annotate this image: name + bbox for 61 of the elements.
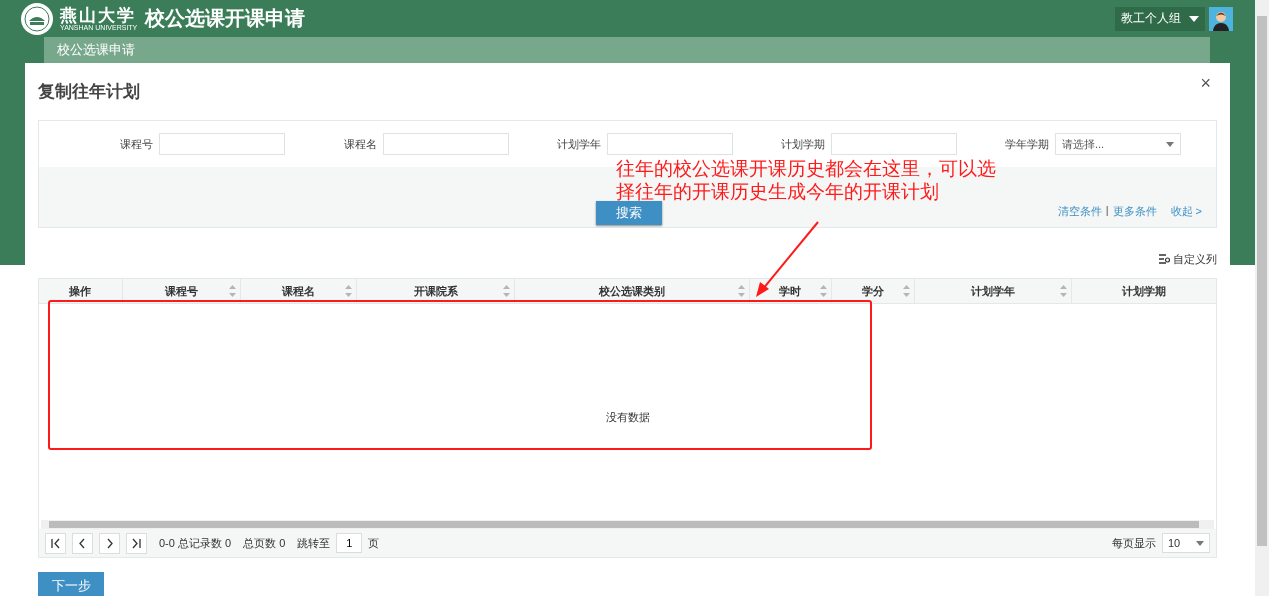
breadcrumb: 校公选课申请 [57, 41, 135, 59]
input-field[interactable] [831, 133, 957, 155]
input-field[interactable] [383, 133, 509, 155]
sort-icon[interactable] [502, 284, 512, 298]
field-label: 课程名 [344, 137, 377, 150]
input-field[interactable] [607, 133, 733, 155]
page-size-select[interactable]: 10 [1162, 533, 1210, 553]
filter-link[interactable]: 更多条件 [1112, 204, 1157, 219]
column-header[interactable]: 计划学年 [914, 279, 1073, 303]
dialog-title: 复制往年计划 [38, 81, 140, 103]
record-summary: 0-0 总记录数 0 [159, 535, 232, 551]
column-header: 计划学期 [1121, 283, 1168, 299]
annotation-note: 往年的校公选课开课历史都会在这里，可以选 [616, 157, 996, 180]
sort-icon[interactable] [736, 284, 746, 298]
sort-icon[interactable] [344, 284, 354, 298]
sort-icon[interactable] [227, 284, 237, 298]
avatar-icon[interactable] [1209, 6, 1233, 31]
chevron-icon [50, 537, 61, 549]
logo-text: 燕山大学 [60, 5, 136, 24]
field-label: 计划学期 [781, 137, 825, 150]
input-field[interactable] [159, 133, 285, 155]
column-header: 操作 [39, 279, 123, 303]
field-label: 学年学期 [1005, 137, 1049, 150]
page-unit: 页 [368, 535, 380, 551]
caret-icon [1189, 15, 1199, 22]
annotation-note: 择往年的开课历史生成今年的开课计划 [616, 180, 939, 203]
search-button[interactable]: 搜索 [596, 201, 662, 225]
last-page-button[interactable] [126, 532, 147, 554]
empty-message: 没有数据 [605, 409, 650, 425]
collapse-link[interactable]: 收起 > [1170, 204, 1202, 219]
jump-label: 跳转至 [297, 535, 331, 551]
horizontal-scrollbar[interactable] [41, 520, 1214, 529]
close-button[interactable]: × [1194, 73, 1217, 94]
next-step-button[interactable]: 下一步 [38, 572, 104, 596]
sort-icon[interactable] [901, 284, 911, 298]
column-header[interactable]: 学分 [831, 279, 915, 303]
sort-icon[interactable] [818, 284, 828, 298]
column-header[interactable]: 课程名 [240, 279, 358, 303]
page-count: 总页数 0 [243, 535, 286, 551]
first-page-button[interactable] [45, 532, 66, 554]
select-field[interactable]: 请选择... [1055, 133, 1181, 155]
custom-columns-button[interactable]: 自定义列 [1159, 251, 1217, 267]
column-header[interactable]: 课程号 [122, 279, 241, 303]
caret-icon [1196, 540, 1204, 546]
column-header[interactable]: 开课院系 [357, 279, 516, 303]
app-title: 校公选课开课申请 [145, 6, 306, 31]
filter-link[interactable]: 清空条件 [1057, 204, 1102, 219]
scrollbar[interactable] [1255, 0, 1269, 596]
column-header[interactable]: 校公选课类别 [515, 279, 750, 303]
previous-page-button[interactable] [72, 532, 93, 554]
user-menu[interactable]: 教工个人组 [1115, 6, 1205, 31]
field-label: 课程号 [120, 137, 153, 150]
column-settings-icon [1159, 254, 1170, 264]
next-page-button[interactable] [99, 532, 120, 554]
page-size-label: 每页显示 [1112, 535, 1156, 551]
page-input[interactable]: 1 [336, 533, 363, 553]
chevron-icon [131, 537, 142, 549]
caret-icon [1166, 141, 1174, 147]
link-separator: | [1105, 204, 1109, 218]
sort-icon[interactable] [1059, 284, 1069, 298]
field-label: 计划学年 [557, 137, 601, 150]
